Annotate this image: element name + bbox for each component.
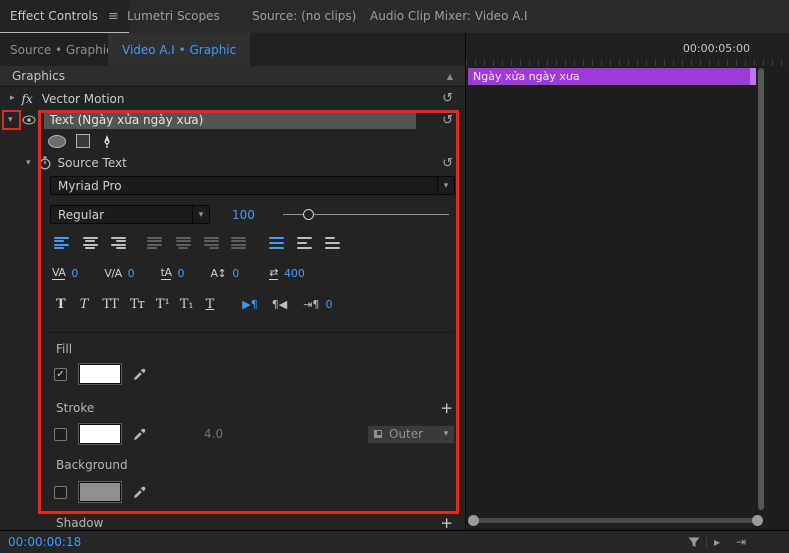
reset-icon[interactable]: ↺ (442, 92, 453, 105)
tab-source-monitor[interactable]: Source: (no clips) (252, 9, 356, 23)
shadow-header-row: Shadow + (0, 516, 465, 530)
fx-badge-icon[interactable]: fx (22, 92, 33, 106)
chevron-right-icon[interactable]: ▸ (10, 94, 15, 103)
status-bar: 00:00:00:18 ▸ ⇥ (0, 530, 789, 553)
step-forward-icon[interactable]: ⇥ (736, 535, 746, 549)
timeline-panel[interactable]: Ngày xửa ngày xưa (465, 66, 789, 530)
tab-audio-clip-mixer[interactable]: Audio Clip Mixer: Video A.I (370, 9, 528, 23)
premiere-effect-controls-window: Effect Controls ≡ Lumetri Scopes Source:… (0, 0, 789, 553)
graphic-clip-label: Ngày xửa ngày xưa (473, 70, 580, 83)
ruler-timecode: 00:00:05:00 (682, 42, 750, 55)
effect-toggle-eye-icon[interactable] (22, 115, 36, 125)
panel-tab-bar: Effect Controls ≡ Lumetri Scopes Source:… (0, 0, 789, 34)
effects-section-header[interactable]: Graphics ▲ (0, 66, 465, 87)
current-timecode[interactable]: 00:00:00:18 (8, 535, 81, 549)
scroll-up-icon[interactable]: ▲ (447, 72, 453, 81)
zoom-handle-left[interactable] (468, 515, 479, 526)
clip-tab-row: Source • Graphic Video A.I • Graphic (0, 33, 465, 67)
tab-video-graphic[interactable]: Video A.I • Graphic (108, 33, 251, 66)
shadow-label: Shadow (56, 516, 104, 530)
zoom-scrollbar-track[interactable] (474, 518, 758, 523)
zoom-handle-right[interactable] (752, 515, 763, 526)
tab-source-graphic[interactable]: Source • Graphic (10, 43, 113, 57)
add-shadow-button[interactable]: + (440, 516, 453, 530)
clip-right-handle[interactable] (750, 68, 756, 85)
effects-section-label: Graphics (12, 69, 65, 83)
annotation-box-small (2, 110, 21, 130)
play-edit-icon[interactable]: ▸ (714, 535, 720, 549)
panel-menu-icon[interactable]: ≡ (108, 9, 119, 24)
tab-effect-controls[interactable]: Effect Controls ≡ (0, 0, 129, 33)
filter-funnel-icon[interactable] (688, 537, 700, 548)
tab-video-graphic-label: Video A.I • Graphic (122, 42, 237, 57)
status-bar-divider (706, 535, 707, 549)
annotation-box-large (38, 110, 459, 514)
vector-motion-label[interactable]: Vector Motion (42, 92, 125, 106)
vertical-scrollbar[interactable] (758, 68, 764, 510)
chevron-down-icon[interactable]: ▾ (26, 158, 31, 168)
tab-lumetri-scopes[interactable]: Lumetri Scopes (127, 9, 220, 23)
timeline-ruler[interactable]: 00:00:05:00 (465, 33, 789, 67)
vector-motion-row[interactable]: ▸ fx Vector Motion ↺ (0, 87, 465, 110)
graphic-clip[interactable]: Ngày xửa ngày xưa (468, 68, 750, 85)
tab-effect-controls-label: Effect Controls (10, 9, 98, 23)
